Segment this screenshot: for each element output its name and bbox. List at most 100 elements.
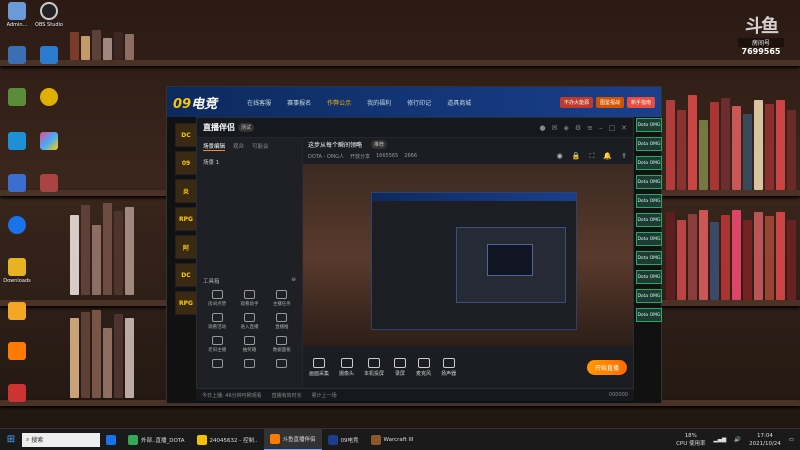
collapse-icon[interactable]: ⊖ xyxy=(291,277,296,285)
tool-button[interactable] xyxy=(266,359,298,370)
tab-scenes[interactable]: 场景编辑 xyxy=(203,142,226,151)
nav-item[interactable]: 赛事报名 xyxy=(287,98,311,107)
scene-item[interactable]: 场景 1 xyxy=(197,155,302,169)
desktop-icon-network[interactable] xyxy=(34,46,64,66)
tool-button[interactable]: 抽奖箱 xyxy=(233,336,265,353)
fullscreen-icon[interactable]: ⛶ xyxy=(590,152,595,161)
nav-item-active[interactable]: 作弊公示 xyxy=(327,98,351,107)
tool-button[interactable]: 主播任务 xyxy=(266,290,298,307)
companion-statusbar: 今日上播: 46分钟可刷观看 直播有效时长 累计上一场 000000 xyxy=(196,389,634,401)
game-tile[interactable]: DC xyxy=(175,263,197,287)
ticker-item: Dota OMG xyxy=(636,137,662,151)
game-tile[interactable]: RPG xyxy=(175,291,197,315)
desktop-icon-control[interactable] xyxy=(2,132,32,152)
companion-title: 直播伴侣 xyxy=(203,123,235,132)
settings-icon[interactable]: ⚙ xyxy=(575,124,581,132)
douyu-icon xyxy=(8,342,26,360)
camera-button[interactable]: 摄像头 xyxy=(339,357,354,377)
promo-button[interactable]: 新手指南 xyxy=(626,96,655,108)
stream-preview[interactable] xyxy=(303,164,633,350)
tab-audience[interactable]: 观众 xyxy=(233,142,244,151)
maximize-icon[interactable]: □ xyxy=(609,124,616,132)
tool-icon xyxy=(243,290,255,299)
promo-button[interactable]: 不办大能源 xyxy=(559,96,593,108)
minimize-icon[interactable]: – xyxy=(599,124,603,132)
tool-button[interactable]: 观看助手 xyxy=(233,290,265,307)
taskbar-item[interactable]: Warcraft III xyxy=(365,429,420,450)
desktop-icon-media[interactable] xyxy=(34,174,64,194)
nav-item[interactable]: 修行印记 xyxy=(407,98,431,107)
desktop-icon-edge[interactable] xyxy=(2,216,32,236)
desktop-icon-yy[interactable] xyxy=(2,302,32,322)
taskbar-item-active[interactable]: 斗鱼直播伴侣 xyxy=(263,428,322,450)
capture-button[interactable]: 画面采集 xyxy=(309,357,329,377)
tool-icon xyxy=(211,336,223,345)
game-tile[interactable]: 炎 xyxy=(175,179,197,203)
nav-item[interactable]: 道具商城 xyxy=(447,98,471,107)
clock[interactable]: 17:04 2021/10/24 xyxy=(749,432,781,448)
yy-icon xyxy=(8,302,26,320)
desktop-icon-computer[interactable] xyxy=(2,46,32,66)
version-tag: 测试 xyxy=(238,123,255,132)
tool-button[interactable]: 直播推 xyxy=(266,313,298,330)
gift-icon[interactable]: ◈ xyxy=(563,124,568,132)
tool-button[interactable]: 数据面板 xyxy=(266,336,298,353)
game-tile[interactable]: 09 xyxy=(175,151,197,175)
mic-button[interactable]: 麦克风 xyxy=(416,357,431,377)
edge-icon xyxy=(8,216,26,234)
tool-button[interactable]: 观看活动 xyxy=(201,313,233,330)
network-icon[interactable]: ▂▄▆ xyxy=(714,437,727,443)
speaker-button[interactable]: 扬声器 xyxy=(441,357,456,377)
tool-button[interactable]: 进入直播 xyxy=(233,313,265,330)
desktop-icon-dota[interactable] xyxy=(2,384,32,404)
start-button[interactable]: ⊞ xyxy=(0,434,22,445)
desktop-icon-douyu[interactable] xyxy=(2,342,32,362)
desktop-icon-colors[interactable] xyxy=(34,132,64,152)
notification-icon[interactable]: ▭ xyxy=(789,437,794,443)
avatar[interactable]: ● xyxy=(539,124,545,132)
tool-button[interactable] xyxy=(201,359,233,370)
tool-icon xyxy=(243,336,255,345)
tool-icon xyxy=(211,290,223,299)
desktop-icon-tool[interactable] xyxy=(2,174,32,194)
record-button[interactable]: 录屏 xyxy=(394,357,407,377)
screencast-button[interactable]: 本机投屏 xyxy=(364,357,384,377)
desktop-icon-app[interactable] xyxy=(34,88,64,108)
tool-icon xyxy=(276,336,288,345)
search-box[interactable]: ⌕ 搜索 xyxy=(22,432,100,447)
lock-icon[interactable]: 🔒 xyxy=(572,152,581,161)
mail-icon[interactable]: ✉ xyxy=(552,124,558,132)
share-icon[interactable]: ⇪ xyxy=(621,152,627,161)
tool-icon xyxy=(243,359,255,368)
stream-info: 这步从每个瞬间领略 推荐 xyxy=(303,138,633,150)
douyu-logo: 斗鱼 xyxy=(745,16,779,37)
desktop-icon-admin[interactable]: Admin... xyxy=(2,2,32,28)
taskbar-item[interactable]: 外部..直播_DOTA xyxy=(122,429,191,450)
game-tile[interactable]: 阿 xyxy=(175,235,197,259)
nav-item[interactable]: 在线客服 xyxy=(247,98,271,107)
taskbar-item[interactable]: 24045632 - 控制.. xyxy=(191,429,264,450)
bell-icon[interactable]: 🔔 xyxy=(603,152,612,161)
menu-icon[interactable]: ≡ xyxy=(587,124,593,132)
nested-window-preview xyxy=(371,192,577,330)
record-icon[interactable]: ◉ xyxy=(557,152,563,161)
taskbar-item[interactable]: 09电竞 xyxy=(322,429,365,450)
taskbar-item[interactable] xyxy=(100,429,122,450)
game-tile[interactable]: RPG xyxy=(175,207,197,231)
game-tile[interactable]: DC xyxy=(175,123,197,147)
volume-icon[interactable]: 🔊 xyxy=(734,437,741,443)
tool-button[interactable]: 老旧主播 xyxy=(201,336,233,353)
desktop-icon-obs[interactable]: OBS Studio xyxy=(34,2,64,28)
desktop-icon-downloads[interactable]: Downloads xyxy=(2,258,32,284)
close-icon[interactable]: ✕ xyxy=(621,124,627,132)
room-badge: 斗鱼 房间号 7699565 xyxy=(738,12,784,56)
tab-other[interactable]: 可能会 xyxy=(252,142,269,151)
promo-button[interactable]: 图鉴视战 xyxy=(595,96,624,108)
tool-button[interactable] xyxy=(233,359,265,370)
start-live-button[interactable]: 开始直播 xyxy=(586,359,627,375)
desktop-icon-recycle[interactable] xyxy=(2,88,32,108)
tool-icon xyxy=(211,359,223,368)
nav-item[interactable]: 我的福利 xyxy=(367,98,391,107)
tool-button[interactable]: 房间点赞 xyxy=(201,290,233,307)
edge-icon xyxy=(106,434,116,445)
